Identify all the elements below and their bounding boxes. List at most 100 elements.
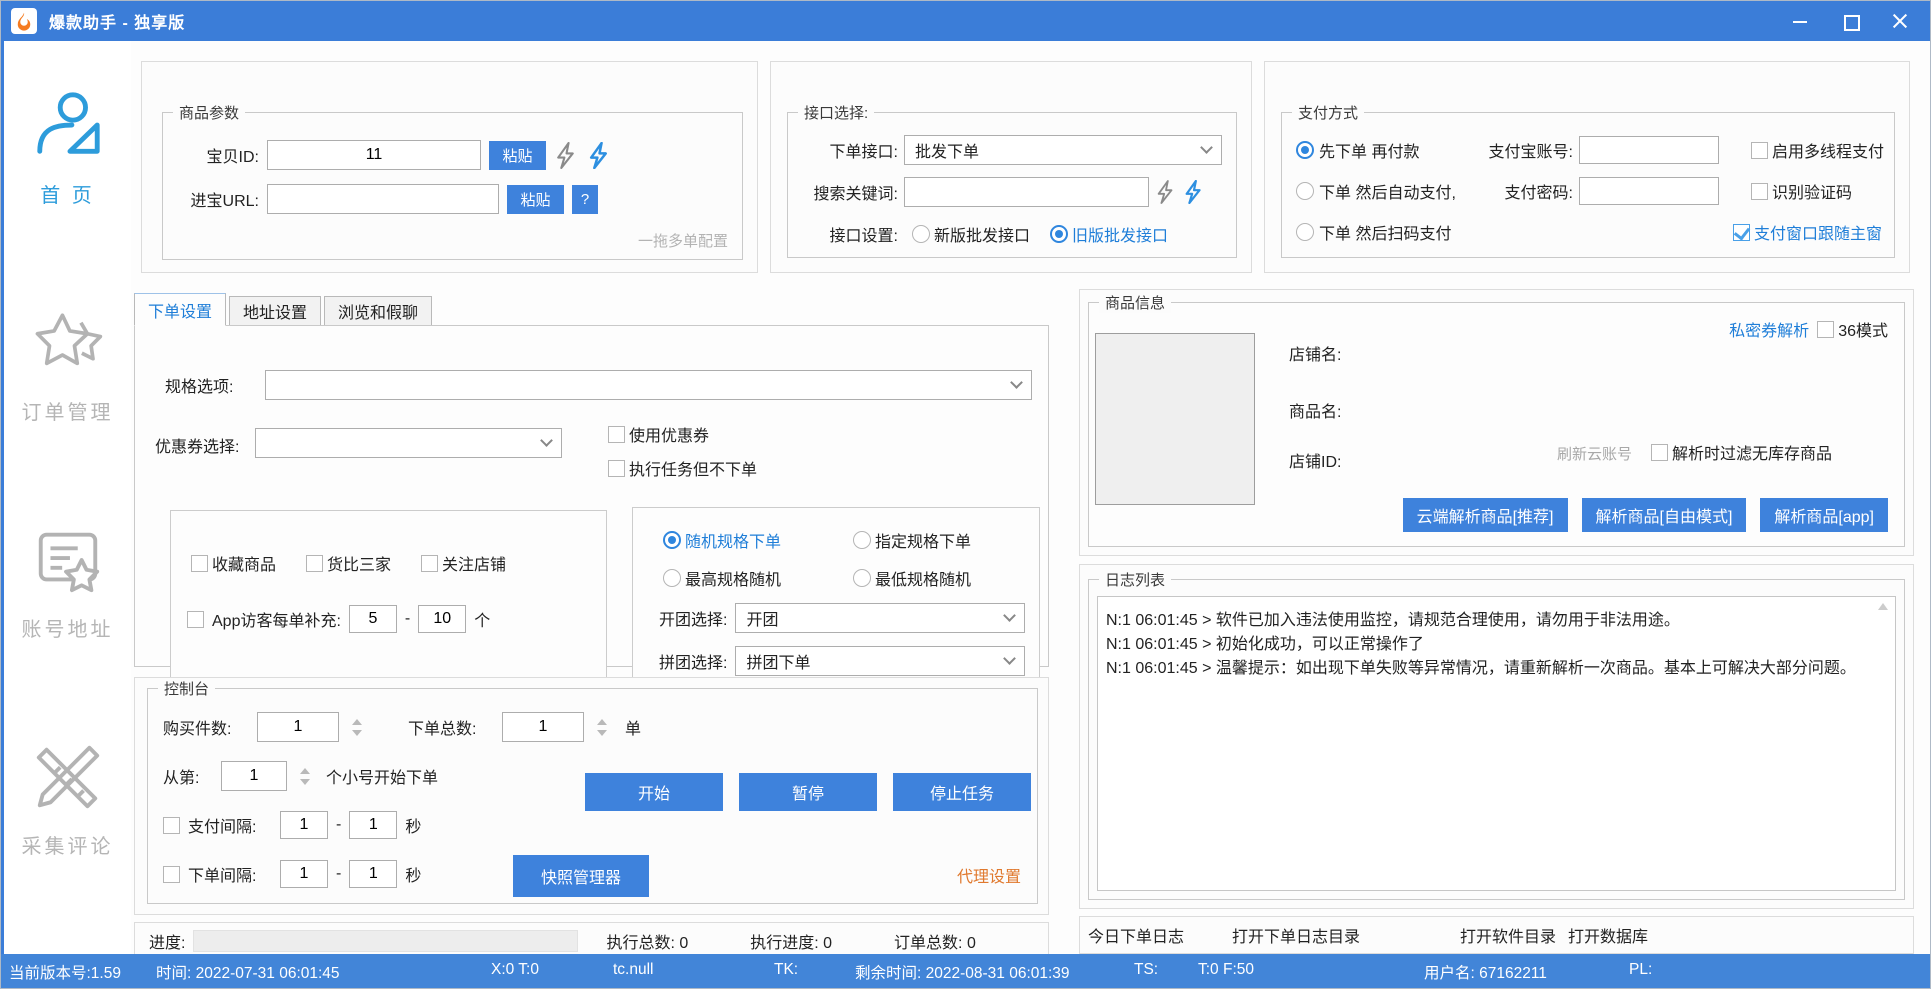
start-button[interactable]: 开始 xyxy=(585,773,723,811)
qty-input[interactable] xyxy=(257,712,339,742)
order-api-select[interactable]: 批发下单 xyxy=(904,135,1222,165)
qty-stepper[interactable] xyxy=(352,719,362,736)
radio-auto-pay-icon[interactable] xyxy=(1296,182,1314,200)
sidebar-item-comments[interactable]: 采集评论 xyxy=(22,740,114,859)
radio-icon[interactable] xyxy=(663,569,681,587)
order-min-input[interactable] xyxy=(280,860,328,888)
help-button[interactable]: ? xyxy=(572,185,598,214)
visitor-min-input[interactable] xyxy=(349,605,397,633)
sidebar-item-accounts[interactable]: 账号地址 xyxy=(22,523,114,642)
app-visitor-checkbox-icon[interactable] xyxy=(187,611,204,628)
join-group-select[interactable]: 拼团下单 xyxy=(735,646,1025,676)
compare-checkbox[interactable]: 货比三家 xyxy=(306,551,391,575)
spinner-down-icon[interactable] xyxy=(300,779,310,785)
checkbox-icon[interactable] xyxy=(1817,321,1834,338)
item-id-input[interactable] xyxy=(267,140,481,170)
pay-interval-checkbox-icon[interactable] xyxy=(163,817,180,834)
lightning-blue-icon[interactable] xyxy=(1183,180,1205,204)
open-order-log-dir-link[interactable]: 打开下单日志目录 xyxy=(1232,923,1360,947)
checkbox-icon[interactable] xyxy=(421,555,438,572)
quantity-row: 购买件数: 下单总数: 单 xyxy=(163,711,1037,743)
checkbox-icon[interactable] xyxy=(1751,183,1768,200)
private-coupon-link[interactable]: 私密券解析 xyxy=(1729,317,1809,341)
total-stepper[interactable] xyxy=(597,719,607,736)
radio-old-api[interactable]: 旧版批发接口 xyxy=(1050,222,1168,246)
radio-random-spec[interactable]: 随机规格下单 xyxy=(663,528,853,552)
alipay-input[interactable] xyxy=(1579,136,1719,164)
radio-scan-pay-icon[interactable] xyxy=(1296,223,1314,241)
from-input[interactable] xyxy=(221,761,287,791)
tab-address-settings[interactable]: 地址设置 xyxy=(229,296,321,326)
checkbox-icon[interactable] xyxy=(306,555,323,572)
open-group-select[interactable]: 开团 xyxy=(735,603,1025,633)
radio-icon[interactable] xyxy=(853,569,871,587)
lightning-blue-icon[interactable] xyxy=(587,142,612,169)
from-stepper[interactable] xyxy=(300,768,310,785)
spec-select[interactable] xyxy=(265,370,1032,400)
follow-window-checkbox[interactable]: 支付窗口跟随主窗 xyxy=(1733,220,1882,244)
spinner-down-icon[interactable] xyxy=(597,730,607,736)
cloud-parse-button[interactable]: 云端解析商品[推荐] xyxy=(1403,498,1568,532)
close-icon[interactable] xyxy=(1892,13,1908,29)
scroll-up-icon[interactable] xyxy=(1878,603,1888,610)
pause-button[interactable]: 暂停 xyxy=(739,773,877,811)
use-coupon-checkbox[interactable]: 使用优惠券 xyxy=(608,422,757,446)
radio-icon-selected[interactable] xyxy=(663,531,681,549)
visitor-max-input[interactable] xyxy=(418,605,466,633)
total-input[interactable] xyxy=(502,712,584,742)
lightning-gray-icon[interactable] xyxy=(1155,180,1177,204)
radio-icon[interactable] xyxy=(912,225,930,243)
follow-shop-checkbox[interactable]: 关注店铺 xyxy=(421,551,506,575)
stop-button[interactable]: 停止任务 xyxy=(893,773,1031,811)
order-interval-checkbox-icon[interactable] xyxy=(163,866,180,883)
snapshot-manager-button[interactable]: 快照管理器 xyxy=(513,855,649,897)
proxy-settings-link[interactable]: 代理设置 xyxy=(957,863,1021,887)
task-no-order-checkbox[interactable]: 执行任务但不下单 xyxy=(608,456,757,480)
spinner-up-icon[interactable] xyxy=(597,719,607,725)
log-list[interactable]: N:1 06:01:45 > 软件已加入违法使用监控，请规范合理使用，请勿用于非… xyxy=(1097,596,1896,891)
coupon-select[interactable] xyxy=(255,428,562,458)
keyword-input[interactable] xyxy=(904,177,1149,207)
radio-icon[interactable] xyxy=(853,531,871,549)
free-parse-button[interactable]: 解析商品[自由模式] xyxy=(1582,498,1747,532)
checkbox-icon[interactable] xyxy=(608,460,625,477)
tab-browse-chat[interactable]: 浏览和假聊 xyxy=(324,296,432,326)
order-max-input[interactable] xyxy=(349,860,397,888)
tab-order-settings[interactable]: 下单设置 xyxy=(134,293,226,326)
checkbox-checked-icon[interactable] xyxy=(1733,224,1750,241)
multithread-checkbox[interactable]: 启用多线程支付 xyxy=(1751,138,1884,162)
open-software-dir-link[interactable]: 打开软件目录 xyxy=(1460,923,1556,947)
app-parse-button[interactable]: 解析商品[app] xyxy=(1760,498,1888,532)
today-order-log-link[interactable]: 今日下单日志 xyxy=(1088,923,1184,947)
pay-max-input[interactable] xyxy=(349,811,397,839)
refresh-cloud-link[interactable]: 刷新云账号 xyxy=(1557,443,1632,464)
checkbox-icon[interactable] xyxy=(608,426,625,443)
mode36-checkbox[interactable]: 36模式 xyxy=(1817,317,1888,341)
checkbox-icon[interactable] xyxy=(191,555,208,572)
minimize-icon[interactable] xyxy=(1792,13,1808,29)
radio-new-api[interactable]: 新版批发接口 xyxy=(912,222,1030,246)
radio-specified-spec[interactable]: 指定规格下单 xyxy=(853,528,1039,552)
lightning-gray-icon[interactable] xyxy=(554,142,579,169)
radio-highest-spec[interactable]: 最高规格随机 xyxy=(663,566,853,590)
radio-lowest-spec[interactable]: 最低规格随机 xyxy=(853,566,1039,590)
favorite-checkbox[interactable]: 收藏商品 xyxy=(191,551,276,575)
captcha-checkbox[interactable]: 识别验证码 xyxy=(1751,179,1852,203)
checkbox-icon[interactable] xyxy=(1751,142,1768,159)
sidebar-item-home[interactable]: 首 页 xyxy=(31,89,105,208)
checkbox-icon[interactable] xyxy=(1651,444,1668,461)
spinner-up-icon[interactable] xyxy=(352,719,362,725)
maximize-icon[interactable] xyxy=(1842,13,1858,29)
url-input[interactable] xyxy=(267,184,499,214)
radio-pay-after-icon[interactable] xyxy=(1296,141,1314,159)
spinner-down-icon[interactable] xyxy=(352,730,362,736)
paste-url-button[interactable]: 粘贴 xyxy=(507,185,564,214)
password-input[interactable] xyxy=(1579,177,1719,205)
filter-stock-checkbox[interactable]: 解析时过滤无库存商品 xyxy=(1651,440,1832,464)
pay-min-input[interactable] xyxy=(280,811,328,839)
radio-icon-selected[interactable] xyxy=(1050,225,1068,243)
open-database-link[interactable]: 打开数据库 xyxy=(1568,923,1648,947)
spinner-up-icon[interactable] xyxy=(300,768,310,774)
paste-item-id-button[interactable]: 粘贴 xyxy=(489,141,546,170)
sidebar-item-orders[interactable]: 订单管理 xyxy=(22,306,114,425)
